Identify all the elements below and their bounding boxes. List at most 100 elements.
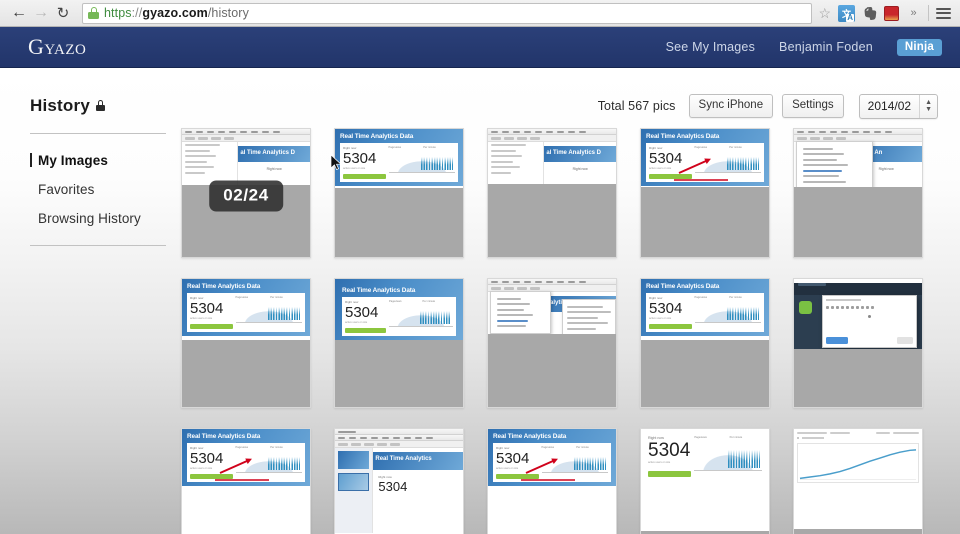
- mini-dropdown-menu: [796, 141, 873, 189]
- extension-icons: 文 A »: [838, 4, 952, 22]
- address-bar[interactable]: https://gyazo.com/history: [82, 2, 813, 24]
- mini-dark-topbar: [794, 283, 922, 295]
- url-scheme: https: [104, 6, 132, 20]
- thumbnail-item[interactable]: Real Time Analytics Data Right now 5304 …: [334, 278, 464, 408]
- month-stepper[interactable]: ▲ ▼: [919, 94, 937, 118]
- realtime-value: 5304: [378, 479, 408, 494]
- thumbnail-item[interactable]: Real Time Analytics Right now 5304: [334, 428, 464, 534]
- bookmark-star-icon[interactable]: ☆: [818, 5, 831, 22]
- realtime-cols: Pageviews Per minute: [542, 446, 608, 449]
- slide-card: Right now 5304 active users on site Page…: [340, 143, 458, 182]
- mini-main: Real Time Analytics Right now 5304: [373, 448, 463, 533]
- realtime-value: 5304: [345, 304, 379, 321]
- realtime-col-label: Per minute: [729, 146, 742, 149]
- mini-toolbar: [335, 441, 463, 448]
- mini-caption: Right now: [266, 167, 282, 171]
- translate-icon[interactable]: 文 A: [838, 4, 855, 22]
- thumbnail-item[interactable]: [793, 278, 923, 408]
- page-title: History: [30, 96, 105, 116]
- mini-modal-title: [826, 298, 861, 301]
- mini-appbody: al Time Analytics D Right now: [488, 142, 616, 186]
- slide-title: Real Time Analytics Data: [646, 283, 720, 290]
- thumbnail-item[interactable]: Real Time Analytics Data Right now 5304 …: [181, 428, 311, 534]
- sidebar-item-label: My Images: [38, 153, 108, 168]
- thumbnail-item[interactable]: Real Time Analytics Data Right now 5304 …: [181, 278, 311, 408]
- browser-toolbar: ← → ↻ https://gyazo.com/history ☆ 文 A »: [0, 0, 960, 27]
- sidebar-item-my-images[interactable]: My Images: [30, 146, 166, 175]
- gyazo-logo[interactable]: Gyazo: [28, 34, 86, 60]
- realtime-value: 5304: [496, 450, 530, 467]
- realtime-left: Right now 5304 active users on site: [343, 146, 386, 179]
- realtime-col-label: Per minute: [270, 296, 283, 299]
- mini-slide-deck: [335, 448, 374, 533]
- private-lock-icon: [95, 100, 105, 111]
- slide-card: Right now 5304 active users on site Page…: [644, 432, 766, 481]
- realtime-value: 5304: [649, 150, 683, 167]
- thumb-screenshot: Real Time Analytics Data Right now 5304 …: [641, 129, 769, 186]
- realtime-bar-chart: [421, 157, 453, 170]
- mini-dropdown-menu: [490, 291, 552, 334]
- thumbnail-item[interactable]: al Time An Right now: [793, 128, 923, 258]
- red-extension-icon[interactable]: [884, 5, 899, 21]
- sidebar-divider-bottom: [30, 245, 166, 246]
- page-body: History Total 567 pics Sync iPhone Setti…: [0, 68, 960, 534]
- realtime-area-chart: [694, 301, 761, 323]
- thumbnail-item[interactable]: Right now 5304 active users on site Page…: [640, 428, 770, 534]
- realtime-area-chart: [694, 441, 762, 471]
- forward-arrow-icon[interactable]: →: [30, 2, 52, 24]
- hamburger-menu-icon[interactable]: [935, 5, 952, 22]
- realtime-left: Right now 5304 active users on site: [190, 296, 233, 329]
- realtime-sub: active users on site: [343, 167, 366, 170]
- navbar-right: See My Images Benjamin Foden Ninja: [666, 38, 942, 56]
- thumbnail-item[interactable]: Real Time Analytics Data Right now 5304 …: [640, 128, 770, 258]
- thumb-screenshot: nalytics D: [488, 279, 616, 336]
- thumbnail-item[interactable]: Real Time Analytics Data Right now 5304 …: [640, 278, 770, 408]
- nav-account-name[interactable]: Benjamin Foden: [779, 40, 873, 54]
- evernote-icon[interactable]: [861, 5, 878, 22]
- thumbnail-item[interactable]: al Time Analytics D Right now 02/24: [181, 128, 311, 258]
- mini-banner-title: al Time Analytics D: [544, 146, 616, 162]
- settings-button[interactable]: Settings: [782, 94, 844, 118]
- realtime-cols: Pageviews Per minute: [695, 296, 761, 299]
- realtime-bar-chart: [727, 307, 759, 320]
- realtime-right: Pageviews Per minute: [388, 146, 455, 179]
- realtime-col-label: Per minute: [729, 296, 742, 299]
- overflow-chevrons-icon[interactable]: »: [905, 5, 922, 22]
- realtime-green-bar: [649, 324, 692, 329]
- thumbnail-item[interactable]: Real Time Analytics Data Right now 5304 …: [334, 128, 464, 258]
- mini-modal-dialog: [822, 294, 917, 348]
- page-content: My Images Favorites Browsing History al …: [0, 124, 960, 534]
- sidebar-item-browsing-history[interactable]: Browsing History: [30, 204, 166, 233]
- realtime-sub: active users on site: [190, 317, 213, 320]
- thumb-filler: [794, 349, 922, 407]
- month-select[interactable]: 2014/02 ▲ ▼: [858, 93, 938, 119]
- stepper-down-icon[interactable]: ▼: [925, 106, 932, 113]
- realtime-bar-chart: [574, 457, 606, 470]
- mini-modal-dot: [868, 314, 872, 318]
- thumb-filler: [335, 187, 463, 257]
- realtime-col-label: Per minute: [729, 436, 743, 439]
- thumb-screenshot: Real Time Analytics Data Right now 5304 …: [641, 279, 769, 336]
- thumbnail-item[interactable]: [793, 428, 923, 534]
- thumbnail-item[interactable]: al Time Analytics D Right now: [487, 128, 617, 258]
- slide-card: Right now 5304 active users on site Page…: [342, 297, 456, 336]
- sidebar-item-favorites[interactable]: Favorites: [30, 175, 166, 204]
- reload-icon[interactable]: ↻: [52, 2, 74, 24]
- red-annotation: [215, 459, 270, 482]
- thumb-filler: [794, 186, 922, 257]
- mini-modal-secondary-button: [896, 336, 913, 344]
- thumbnail-item[interactable]: nalytics D: [487, 278, 617, 408]
- back-arrow-icon[interactable]: ←: [8, 2, 30, 24]
- thumbnail-item[interactable]: Real Time Analytics Data Right now 5304 …: [487, 428, 617, 534]
- realtime-col-label: Pageviews: [389, 300, 402, 303]
- sidebar-item-label: Browsing History: [38, 211, 141, 226]
- stepper-up-icon[interactable]: ▲: [925, 99, 932, 106]
- realtime-col-label: Per minute: [576, 446, 589, 449]
- ninja-badge[interactable]: Ninja: [896, 38, 942, 56]
- realtime-col-label: Per minute: [423, 146, 436, 149]
- realtime-right: Pageviews Per minute: [694, 436, 762, 477]
- slide-title: Real Time Analytics Data: [646, 133, 720, 140]
- nav-see-my-images[interactable]: See My Images: [666, 40, 755, 54]
- page-title-text: History: [30, 96, 90, 115]
- sync-iphone-button[interactable]: Sync iPhone: [688, 94, 774, 118]
